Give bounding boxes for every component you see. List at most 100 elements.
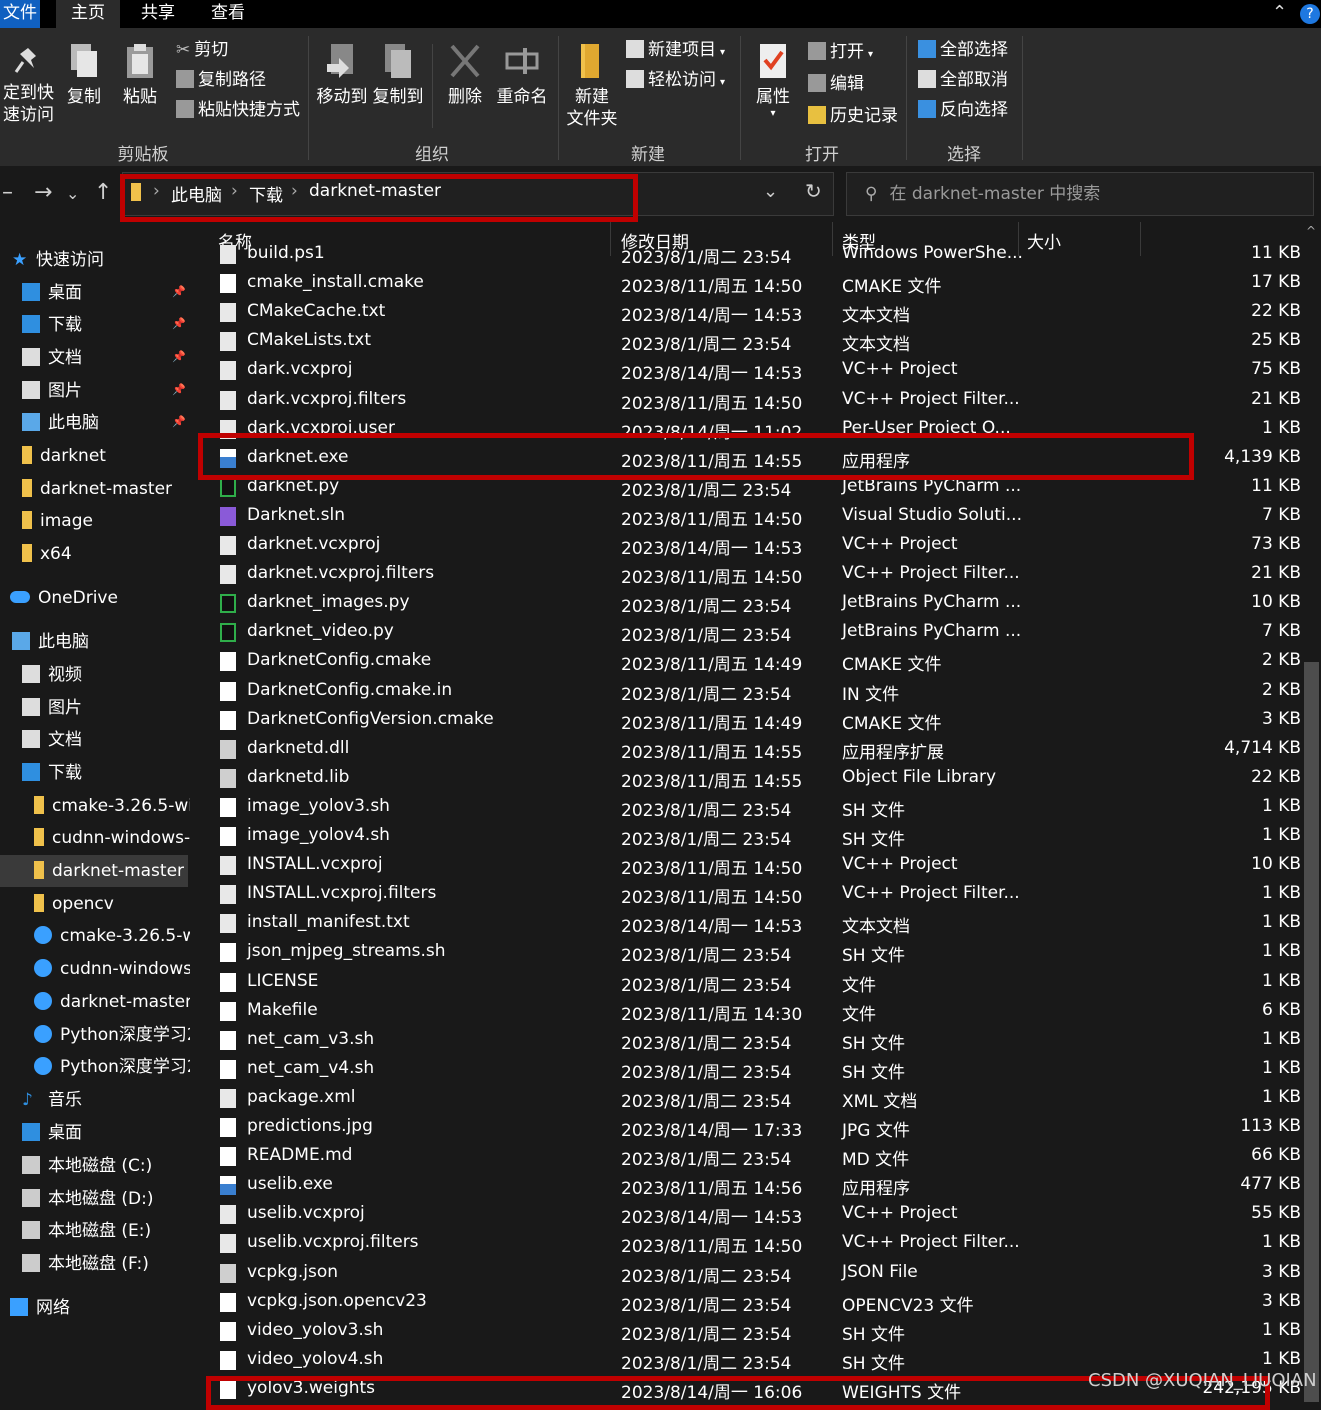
- file-row[interactable]: darknet_images.py 2023/8/1/周二 23:54 JetBra…: [194, 589, 1300, 618]
- nav-item[interactable]: 下载: [22, 757, 82, 789]
- file-row[interactable]: image_yolov3.sh 2023/8/1/周二 23:54 SH 文件 1 K…: [194, 793, 1300, 822]
- move-to-button[interactable]: 移动到: [316, 42, 368, 108]
- refresh-icon[interactable]: ↻: [805, 179, 822, 203]
- file-row[interactable]: LICENSE 2023/8/1/周二 23:54 文件 1 KB: [194, 968, 1300, 997]
- file-row[interactable]: net_cam_v3.sh 2023/8/1/周二 23:54 SH 文件 1 KB: [194, 1026, 1300, 1055]
- nav-item[interactable]: 文档: [22, 342, 82, 374]
- nav-item[interactable]: image: [22, 505, 93, 537]
- tab-file[interactable]: 文件: [0, 0, 40, 28]
- rename-button[interactable]: 重命名: [494, 42, 550, 108]
- select-all-button[interactable]: 全部选择: [918, 38, 1008, 62]
- scrollbar-thumb[interactable]: [1304, 662, 1319, 1402]
- file-row[interactable]: cmake_install.cmake 2023/8/11/周五 14:50 CMA…: [194, 269, 1300, 298]
- easy-access-button[interactable]: 轻松访问 ▾: [626, 68, 725, 95]
- history-button[interactable]: 历史记录: [808, 104, 898, 128]
- nav-item[interactable]: ★ 快速访问: [12, 244, 104, 276]
- invert-selection-button[interactable]: 反向选择: [918, 98, 1008, 122]
- file-row[interactable]: INSTALL.vcxproj 2023/8/11/周五 14:50 VC++ Pr…: [194, 851, 1300, 880]
- nav-item[interactable]: opencv: [34, 888, 114, 920]
- nav-item[interactable]: cmake-3.26.5-wi: [34, 790, 190, 822]
- nav-item[interactable]: 本地磁盘 (D:): [22, 1183, 154, 1215]
- nav-item[interactable]: cudnn-windows-: [34, 822, 190, 854]
- file-row[interactable]: json_mjpeg_streams.sh 2023/8/1/周二 23:54 SH…: [194, 938, 1300, 967]
- nav-item[interactable]: 桌面: [22, 1117, 82, 1149]
- nav-item[interactable]: Python深度学习2: [34, 1019, 190, 1051]
- nav-item[interactable]: 此电脑: [12, 626, 89, 658]
- file-row[interactable]: image_yolov4.sh 2023/8/1/周二 23:54 SH 文件 1 K…: [194, 822, 1300, 851]
- file-row[interactable]: darknet.vcxproj.filters 2023/8/11/周五 14:5…: [194, 560, 1300, 589]
- nav-item[interactable]: OneDrive: [10, 582, 118, 614]
- file-row[interactable]: video_yolov3.sh 2023/8/1/周二 23:54 SH 文件 1 K…: [194, 1317, 1300, 1346]
- file-row[interactable]: net_cam_v4.sh 2023/8/1/周二 23:54 SH 文件 1 KB: [194, 1055, 1300, 1084]
- edit-button[interactable]: 编辑: [808, 72, 864, 96]
- nav-item[interactable]: 本地磁盘 (C:): [22, 1150, 152, 1182]
- paste-button[interactable]: 粘贴: [118, 42, 162, 108]
- file-row[interactable]: CMakeCache.txt 2023/8/14/周一 14:53 文本文档 22 K…: [194, 298, 1300, 327]
- file-row[interactable]: DarknetConfigVersion.cmake 2023/8/11/周五 1…: [194, 706, 1300, 735]
- copy-path-button[interactable]: 复制路径: [176, 68, 266, 92]
- file-row[interactable]: Makefile 2023/8/11/周五 14:30 文件 6 KB: [194, 997, 1300, 1026]
- nav-item[interactable]: Python深度学习2: [34, 1051, 190, 1083]
- scroll-up-icon[interactable]: ^: [1306, 224, 1316, 238]
- file-row[interactable]: vcpkg.json.opencv23 2023/8/1/周二 23:54 OPEN…: [194, 1288, 1300, 1317]
- tab-home[interactable]: 主页: [56, 0, 120, 28]
- nav-item[interactable]: 文档: [22, 724, 82, 756]
- file-row[interactable]: darknet.vcxproj 2023/8/14/周一 14:53 VC++ Pr…: [194, 531, 1300, 560]
- file-row[interactable]: dark.vcxproj.filters 2023/8/11/周五 14:50 VC…: [194, 386, 1300, 415]
- pin-to-quick-access-button[interactable]: 定到快 速访问: [0, 46, 56, 126]
- delete-button[interactable]: 删除: [442, 42, 488, 108]
- paste-shortcut-button[interactable]: 粘贴快捷方式: [176, 98, 300, 122]
- file-row[interactable]: darknetd.dll 2023/8/11/周五 14:55 应用程序扩展 4,71…: [194, 735, 1300, 764]
- nav-item[interactable]: x64: [22, 538, 72, 570]
- chevron-down-icon[interactable]: ⌄: [763, 181, 778, 202]
- file-row[interactable]: package.xml 2023/8/1/周二 23:54 XML 文档 1 KB: [194, 1084, 1300, 1113]
- file-row[interactable]: INSTALL.vcxproj.filters 2023/8/11/周五 14:5…: [194, 880, 1300, 909]
- vertical-scrollbar[interactable]: ^: [1302, 222, 1321, 1402]
- nav-item[interactable]: 此电脑: [22, 407, 99, 439]
- file-row[interactable]: dark.vcxproj 2023/8/14/周一 14:53 VC++ Proje…: [194, 356, 1300, 385]
- cut-button[interactable]: ✂ 剪切: [176, 38, 228, 62]
- file-row[interactable]: DarknetConfig.cmake.in 2023/8/1/周二 23:54 I…: [194, 677, 1300, 706]
- nav-item[interactable]: 本地磁盘 (F:): [22, 1248, 149, 1280]
- file-row[interactable]: darknet_video.py 2023/8/1/周二 23:54 JetBrai…: [194, 618, 1300, 647]
- nav-item[interactable]: cudnn-windows-: [34, 953, 190, 985]
- nav-item[interactable]: darknet-master.z: [34, 986, 190, 1018]
- file-row[interactable]: uselib.vcxproj 2023/8/14/周一 14:53 VC++ Pro…: [194, 1200, 1300, 1229]
- nav-item[interactable]: 视频: [22, 659, 82, 691]
- nav-item[interactable]: 下载: [22, 309, 82, 341]
- recent-locations-button[interactable]: ⌄: [66, 184, 79, 203]
- select-none-button[interactable]: 全部取消: [918, 68, 1008, 92]
- new-item-button[interactable]: 新建项目 ▾: [626, 38, 725, 65]
- file-row[interactable]: darknetd.lib 2023/8/11/周五 14:55 Object Fil…: [194, 764, 1300, 793]
- copy-to-button[interactable]: 复制到: [372, 42, 424, 108]
- file-row[interactable]: DarknetConfig.cmake 2023/8/11/周五 14:49 CMA…: [194, 647, 1300, 676]
- nav-item[interactable]: darknet-master: [0, 855, 188, 887]
- tab-share[interactable]: 共享: [126, 0, 190, 28]
- file-row[interactable]: Darknet.sln 2023/8/11/周五 14:50 Visual Stud…: [194, 502, 1300, 531]
- nav-item[interactable]: darknet: [22, 440, 106, 472]
- nav-item[interactable]: 网络: [10, 1292, 70, 1324]
- nav-item[interactable]: 图片: [22, 692, 82, 724]
- file-row[interactable]: README.md 2023/8/1/周二 23:54 MD 文件 66 KB: [194, 1142, 1300, 1171]
- file-row[interactable]: install_manifest.txt 2023/8/14/周一 14:53 文本…: [194, 909, 1300, 938]
- properties-button[interactable]: 属性 ▾: [748, 42, 798, 120]
- file-row[interactable]: vcpkg.json 2023/8/1/周二 23:54 JSON File 3 KB: [194, 1259, 1300, 1288]
- help-icon[interactable]: ?: [1300, 4, 1320, 24]
- new-folder-button[interactable]: 新建 文件夹: [564, 42, 620, 130]
- nav-item[interactable]: 图片: [22, 375, 82, 407]
- nav-item[interactable]: cmake-3.26.5-wi: [34, 920, 190, 952]
- search-box[interactable]: ⚲ 在 darknet-master 中搜索: [846, 172, 1314, 216]
- file-row[interactable]: uselib.vcxproj.filters 2023/8/11/周五 14:50…: [194, 1229, 1300, 1258]
- forward-button[interactable]: →: [34, 180, 52, 205]
- copy-button[interactable]: 复制: [62, 42, 106, 108]
- up-button[interactable]: ↑: [94, 180, 112, 205]
- open-button[interactable]: 打开 ▾: [808, 40, 873, 67]
- nav-item[interactable]: ♪ 音乐: [22, 1084, 82, 1116]
- file-row[interactable]: predictions.jpg 2023/8/14/周一 17:33 JPG 文件 1…: [194, 1113, 1300, 1142]
- back-button[interactable]: –: [2, 180, 13, 205]
- nav-item[interactable]: 桌面: [22, 277, 82, 309]
- nav-item[interactable]: 本地磁盘 (E:): [22, 1215, 151, 1247]
- tab-view[interactable]: 查看: [196, 0, 260, 28]
- file-row[interactable]: CMakeLists.txt 2023/8/1/周二 23:54 文本文档 25 KB: [194, 327, 1300, 356]
- file-row[interactable]: uselib.exe 2023/8/11/周五 14:56 应用程序 477 KB: [194, 1171, 1300, 1200]
